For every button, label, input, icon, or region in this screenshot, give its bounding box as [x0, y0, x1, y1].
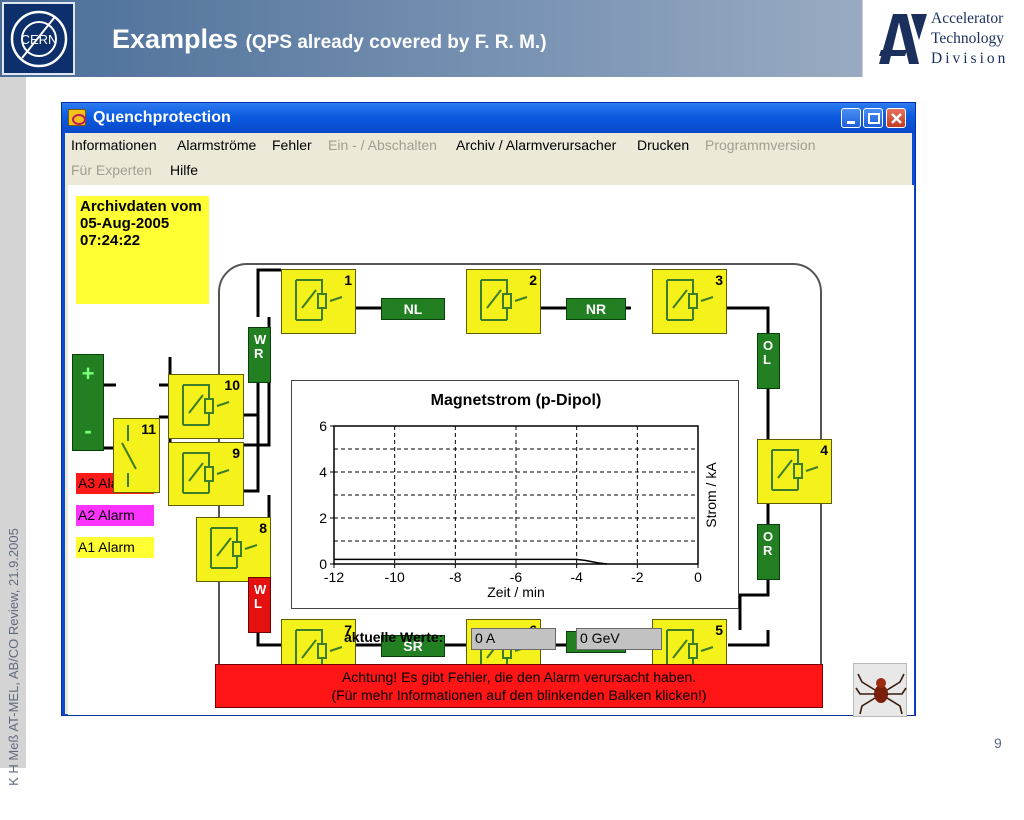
window-titlebar[interactable]: Quenchprotection: [62, 103, 915, 133]
switch-label: 11: [141, 421, 156, 437]
x-tick-label: 0: [694, 569, 702, 585]
switch-2[interactable]: 2: [466, 269, 541, 334]
segment-wl-alarm[interactable]: WL: [248, 577, 271, 633]
x-tick-label: -4: [570, 569, 583, 585]
segment-wr-line1: W: [254, 332, 267, 347]
switch-11[interactable]: 11: [113, 418, 160, 493]
cern-logo: CERN: [2, 2, 75, 75]
power-minus: -: [84, 418, 92, 443]
segment-wr-line2: R: [254, 346, 264, 361]
x-axis-label: Zeit / min: [487, 584, 545, 600]
y-tick-label: 0: [319, 556, 327, 572]
x-tick-label: -2: [631, 569, 644, 585]
current-values-label: aktuelle Werte:: [344, 629, 444, 645]
menu-informationen[interactable]: Informationen: [71, 137, 157, 153]
slide-sidebar: K H Meß AT-MEL, AB/CO Review, 21.9.2005: [0, 77, 26, 786]
menu-fuer-experten[interactable]: Für Experten: [71, 162, 152, 178]
switch-label: 9: [232, 445, 240, 461]
chart-svg: Magnetstrom (p-Dipol)-12 -10 -8 -6 -4 -2 00246…: [319, 392, 719, 600]
segment-wl-line2: L: [254, 596, 262, 611]
y-tick-label: 6: [319, 418, 327, 434]
cern-logo-text: CERN: [20, 32, 57, 47]
segment-or-line2: R: [763, 543, 773, 558]
close-icon: [891, 113, 902, 124]
chart-title: Magnetstrom (p-Dipol): [431, 392, 602, 409]
atd-logo-line3: Division: [931, 50, 1009, 67]
archive-line2: 05-Aug-2005: [80, 215, 170, 232]
switch-10[interactable]: 10: [168, 374, 244, 439]
atd-logo: Accelerator Technology Division: [862, 0, 1024, 77]
archive-line3: 07:24:22: [80, 232, 141, 249]
magnet-current-chart: Magnetstrom (p-Dipol) -12 -10 -8 -6 -4 -2 0 0 2 4 6…: [291, 380, 739, 609]
menu-ein-abschalten[interactable]: Ein - / Abschalten: [328, 137, 437, 153]
segment-or[interactable]: OR: [757, 524, 780, 580]
atd-logo-line1: Accelerator: [931, 10, 1004, 27]
segment-or-line1: O: [763, 529, 774, 544]
minimize-button[interactable]: [841, 108, 861, 128]
x-tick-label: -8: [449, 569, 462, 585]
switch-4[interactable]: 4: [757, 439, 832, 504]
segment-wl-line1: W: [254, 582, 267, 597]
warning-line1: Achtung! Es gibt Fehler, die den Alarm v…: [341, 669, 697, 685]
spider-icon[interactable]: [853, 663, 907, 717]
switch-8[interactable]: 8: [196, 517, 271, 582]
maximize-icon: [868, 113, 880, 124]
switch-label: 3: [715, 272, 723, 288]
atd-logo-line2: Technology: [931, 30, 1004, 47]
switch-label: 1: [344, 272, 352, 288]
alarm-a1[interactable]: A1 Alarm: [76, 537, 154, 558]
alarm-a2[interactable]: A2 Alarm: [76, 505, 154, 526]
menu-bar: Informationen Alarmströme Fehler Ein - /…: [65, 133, 912, 184]
y-tick-label: 4: [319, 464, 327, 480]
segment-nr[interactable]: NR: [566, 298, 626, 320]
slide-header: CERN Examples (QPS already covered by F.…: [0, 0, 1024, 77]
archive-line1: Archivdaten vom: [80, 198, 202, 215]
menu-programmversion[interactable]: Programmversion: [705, 137, 815, 153]
segment-ol-line2: L: [763, 352, 771, 367]
page-number: 9: [994, 735, 1002, 751]
slide-title: Examples (QPS already covered by F. R. M…: [112, 24, 547, 55]
slide-title-sub: (QPS already covered by F. R. M.): [245, 32, 547, 53]
menu-drucken[interactable]: Drucken: [637, 137, 689, 153]
menu-fehler[interactable]: Fehler: [272, 137, 312, 153]
circuit-canvas: Archivdaten vom 05-Aug-2005 07:24:22 A3 …: [68, 185, 914, 717]
menu-hilfe[interactable]: Hilfe: [170, 162, 198, 178]
x-tick-label: -10: [385, 569, 405, 585]
y-axis-label: Strom / kA: [703, 462, 719, 528]
window-title: Quenchprotection: [93, 109, 231, 126]
menu-archiv[interactable]: Archiv / Alarmverursacher: [456, 137, 616, 153]
segment-wr[interactable]: WR: [248, 327, 271, 383]
switch-1[interactable]: 1: [281, 269, 356, 334]
maximize-button[interactable]: [863, 108, 883, 128]
slide-side-text: K H Meß AT-MEL, AB/CO Review, 21.9.2005: [6, 528, 21, 786]
current-value-field: 0 A: [471, 628, 556, 650]
switch-label: 4: [820, 442, 828, 458]
switch-3[interactable]: 3: [652, 269, 727, 334]
switch-label: 8: [259, 520, 267, 536]
segment-ol-line1: O: [763, 338, 774, 353]
close-button[interactable]: [886, 108, 906, 128]
app-icon[interactable]: [68, 109, 86, 126]
segment-ol[interactable]: OL: [757, 333, 780, 389]
window-client: Informationen Alarmströme Fehler Ein - /…: [65, 133, 914, 717]
app-window: Quenchprotection Informationen Alarmströ…: [61, 102, 916, 717]
minimize-icon: [847, 121, 855, 124]
power-plus: +: [81, 361, 95, 386]
segment-nl[interactable]: NL: [381, 298, 445, 320]
switch-label: 2: [529, 272, 537, 288]
switch-label: 10: [224, 377, 240, 393]
switch-label: 5: [715, 622, 723, 638]
menu-alarmstroeme[interactable]: Alarmströme: [177, 137, 256, 153]
archive-info: Archivdaten vom 05-Aug-2005 07:24:22: [76, 196, 209, 304]
power-supply[interactable]: + -: [72, 354, 104, 451]
y-tick-label: 2: [319, 510, 327, 526]
energy-value-field: 0 GeV: [576, 628, 662, 650]
x-tick-label: -6: [510, 569, 523, 585]
warning-line2: (Für mehr Informationen auf den blinkend…: [331, 687, 707, 703]
warning-banner[interactable]: Achtung! Es gibt Fehler, die den Alarm v…: [215, 664, 823, 708]
switch-9[interactable]: 9: [168, 442, 244, 506]
slide-title-main: Examples: [112, 24, 239, 54]
